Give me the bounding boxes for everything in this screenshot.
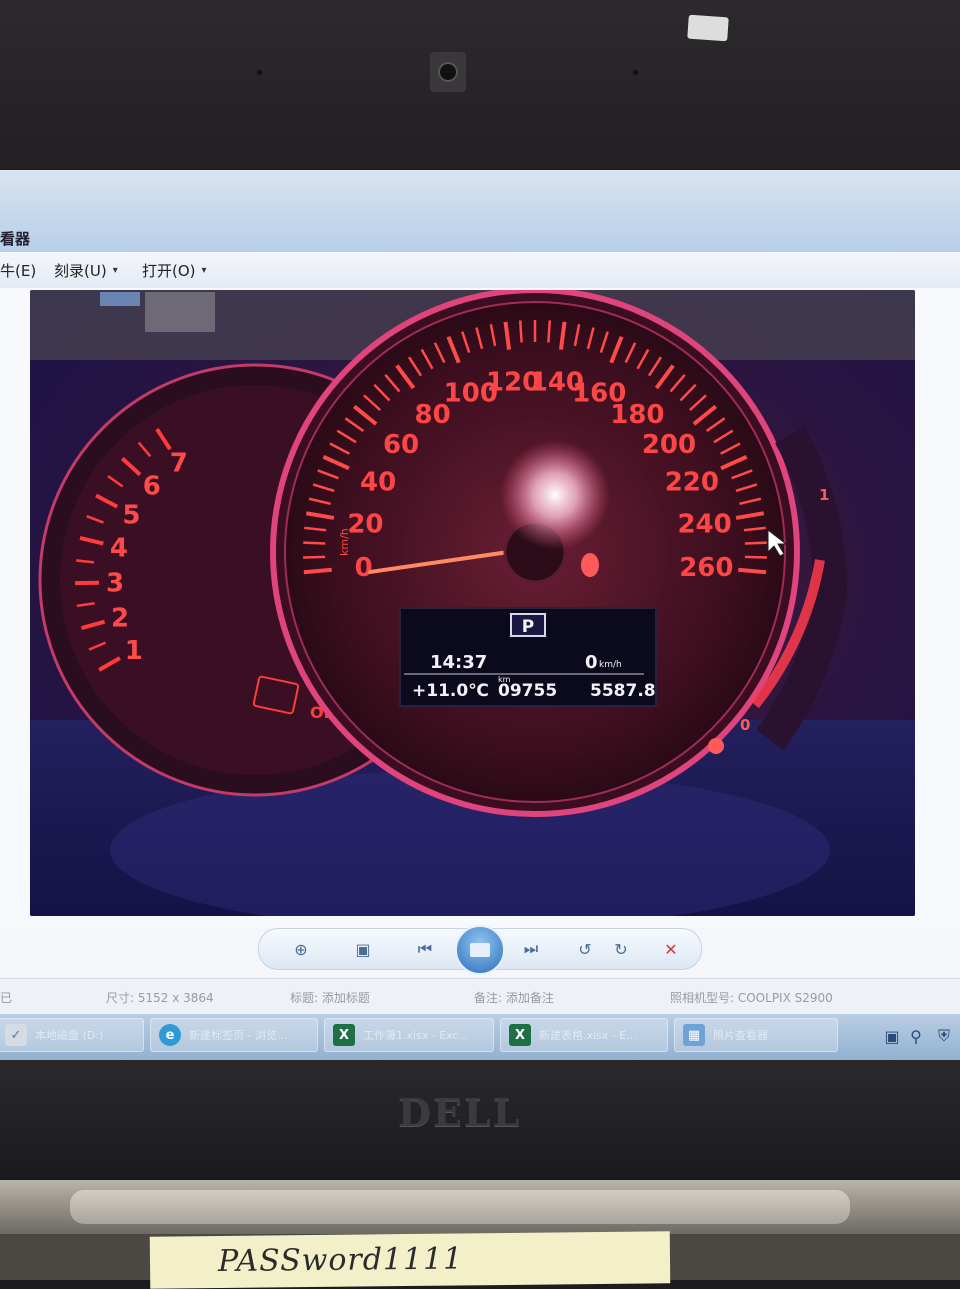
speed-tick bbox=[303, 543, 325, 544]
window-title: 看器 bbox=[0, 228, 30, 249]
speed-tick bbox=[745, 557, 767, 558]
checkmark-icon: ✓ bbox=[5, 1024, 27, 1046]
lcd-speed: 0 bbox=[585, 652, 598, 673]
fuel-pump-icon bbox=[708, 738, 724, 754]
search-icon[interactable]: ⚲ bbox=[902, 1024, 930, 1048]
tach-label: 3 bbox=[106, 568, 124, 598]
taskbar-item-label: 新建表格.xlsx - E... bbox=[539, 1027, 637, 1043]
taskbar-item-drive[interactable]: ✓ 本地磁盘 (D:) bbox=[0, 1018, 144, 1052]
speed-label: 0 bbox=[355, 553, 373, 583]
laptop-top-bezel bbox=[0, 0, 960, 175]
fuel-empty-label: 0 bbox=[740, 716, 750, 734]
taskbar-item-photo-viewer[interactable]: ▦ 照片查看器 bbox=[674, 1018, 838, 1052]
speed-tick bbox=[738, 570, 766, 572]
hinge-slot bbox=[70, 1190, 850, 1224]
light-glare bbox=[500, 440, 610, 550]
speed-label: 260 bbox=[679, 553, 733, 583]
excel-icon: X bbox=[333, 1024, 355, 1046]
shield-icon[interactable]: ⛨ bbox=[930, 1024, 958, 1048]
outside-temperature: +11.0℃ bbox=[412, 681, 489, 701]
rotate-ccw-icon[interactable]: ↺ bbox=[571, 937, 599, 961]
bezel-dot bbox=[633, 70, 638, 75]
tach-label: 2 bbox=[111, 603, 129, 633]
tach-label: 4 bbox=[110, 533, 128, 563]
sticky-note: PASSword1111 bbox=[150, 1231, 671, 1288]
rotate-cw-icon[interactable]: ↻ bbox=[607, 937, 635, 961]
status-note[interactable]: 备注: 添加备注 bbox=[474, 989, 554, 1006]
speed-label: 20 bbox=[347, 509, 383, 539]
lcd-speed-unit: km/h bbox=[599, 660, 622, 670]
taskbar-item-label: 照片查看器 bbox=[713, 1027, 768, 1043]
previous-icon[interactable]: ⏮ bbox=[411, 937, 439, 961]
menu-burn-label: 刻录(U) bbox=[54, 260, 107, 281]
speed-label: 200 bbox=[642, 430, 696, 460]
camera-cover-clip bbox=[687, 15, 729, 42]
fit-icon[interactable]: ▣ bbox=[349, 937, 377, 961]
menu-open[interactable]: 打开(O) ▾ bbox=[142, 260, 207, 281]
status-bar: 已 尺寸: 5152 x 3864 标题: 添加标题 备注: 添加备注 照相机型… bbox=[0, 978, 960, 1015]
viewer-toolbar: ⊕ ▣ ⏮ ⏭ ↺ ↻ ✕ bbox=[258, 928, 702, 970]
delete-icon[interactable]: ✕ bbox=[657, 937, 685, 961]
status-image-size: 尺寸: 5152 x 3864 bbox=[106, 989, 214, 1006]
speedometer: 020406080100120140160180200220240260 km/… bbox=[273, 290, 797, 814]
taskbar-item-label: 工作簿1.xlsx - Exc... bbox=[363, 1027, 469, 1043]
slideshow-icon[interactable] bbox=[455, 925, 505, 975]
menu-burn[interactable]: 刻录(U) ▾ bbox=[54, 260, 118, 281]
menu-file-label: 牛(E) bbox=[0, 260, 36, 281]
speed-tick bbox=[304, 570, 332, 572]
clock-time: 14:37 bbox=[430, 652, 487, 673]
taskbar-item-browser[interactable]: e 新建标签页 - 浏览... bbox=[150, 1018, 318, 1052]
chevron-down-icon: ▾ bbox=[202, 265, 207, 276]
laptop-screen: 看器 牛(E) 刻录(U) ▾ 打开(O) ▾ bbox=[0, 170, 960, 1060]
taskbar: ✓ 本地磁盘 (D:) e 新建标签页 - 浏览... X 工作簿1.xlsx … bbox=[0, 1014, 960, 1060]
trip-meter: 5587.8 bbox=[590, 681, 656, 701]
tach-label: 7 bbox=[170, 449, 188, 479]
taskbar-item-excel-1[interactable]: X 工作簿1.xlsx - Exc... bbox=[324, 1018, 494, 1052]
status-title[interactable]: 标题: 添加标题 bbox=[290, 989, 370, 1006]
speed-label: 220 bbox=[665, 467, 719, 497]
menu-open-label: 打开(O) bbox=[142, 260, 196, 281]
window-title-bar: 看器 bbox=[0, 170, 960, 252]
speed-tick bbox=[548, 320, 549, 342]
chevron-down-icon: ▾ bbox=[113, 265, 118, 276]
tach-label: 5 bbox=[122, 500, 140, 530]
taskbar-item-label: 本地磁盘 (D:) bbox=[35, 1027, 103, 1043]
odometer: 09755 bbox=[498, 681, 557, 701]
taskbar-item-excel-2[interactable]: X 新建表格.xlsx - E... bbox=[500, 1018, 668, 1052]
lcd-display: P 14:37 0 km/h +11.0℃ km 09755 5587.8 bbox=[400, 608, 656, 706]
speed-label: 40 bbox=[360, 467, 396, 497]
gear-indicator: P bbox=[522, 617, 534, 637]
fuel-full-label: 1 bbox=[819, 486, 829, 504]
speed-tick bbox=[520, 320, 521, 342]
speed-label: 60 bbox=[383, 430, 419, 460]
menu-file[interactable]: 牛(E) bbox=[0, 260, 36, 281]
speed-label: 240 bbox=[677, 509, 731, 539]
tach-label: 6 bbox=[143, 471, 161, 501]
excel-icon: X bbox=[509, 1024, 531, 1046]
tach-label: 1 bbox=[125, 636, 143, 666]
note-handwriting: PASSword1111 bbox=[218, 1241, 464, 1279]
speed-unit-label: km/h bbox=[338, 528, 351, 556]
next-icon[interactable]: ⏭ bbox=[517, 937, 545, 961]
speed-tick bbox=[745, 543, 767, 544]
zoom-icon[interactable]: ⊕ bbox=[287, 937, 315, 961]
browser-icon: e bbox=[159, 1024, 181, 1046]
webcam bbox=[430, 52, 466, 92]
dashboard-photo: 1234567 OFF 0204060801001201401601802002… bbox=[30, 290, 915, 916]
photo-viewer-area: 1234567 OFF 0204060801001201401601802002… bbox=[0, 288, 960, 928]
menu-bar: 牛(E) 刻录(U) ▾ 打开(O) ▾ bbox=[0, 252, 960, 289]
status-left: 已 bbox=[0, 989, 12, 1006]
speed-tick bbox=[303, 557, 325, 558]
photo-viewer-icon: ▦ bbox=[683, 1024, 705, 1046]
dell-logo: DELL bbox=[398, 1090, 521, 1135]
status-camera-model: 照相机型号: COOLPIX S2900 bbox=[670, 989, 833, 1006]
bezel-dot bbox=[257, 70, 262, 75]
speed-label: 180 bbox=[610, 400, 664, 430]
seatbelt-warning-icon bbox=[581, 553, 599, 577]
taskbar-item-label: 新建标签页 - 浏览... bbox=[189, 1027, 287, 1043]
